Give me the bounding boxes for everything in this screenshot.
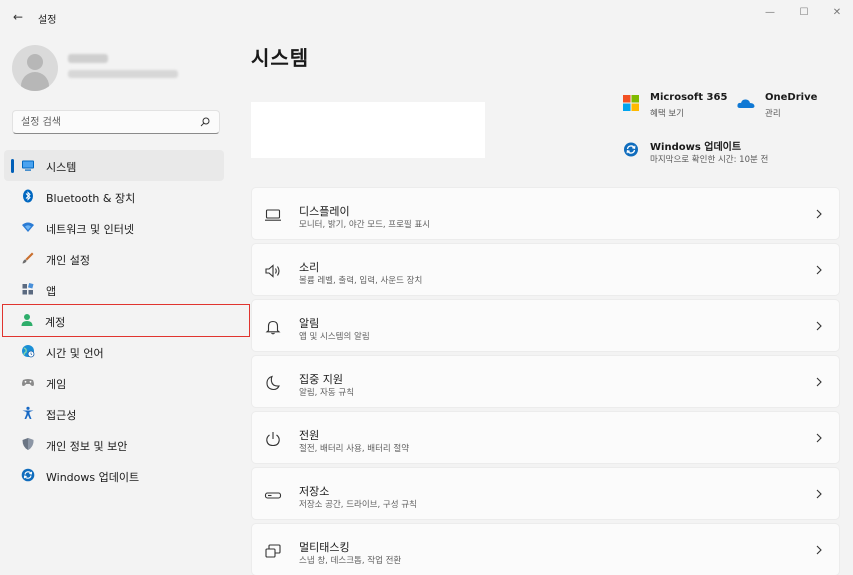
sidebar-item-label: 개인 설정 — [46, 254, 90, 267]
display-icon — [265, 209, 281, 221]
sidebar-item-accessibility[interactable]: 접근성 — [4, 398, 224, 429]
sidebar-item-label: 시간 및 언어 — [46, 347, 104, 360]
power-icon — [266, 432, 280, 447]
speaker-icon — [265, 264, 280, 278]
chevron-right-icon — [816, 209, 822, 219]
settings-card-focus-assist[interactable]: 집중 지원 알림, 자동 규칙 — [251, 355, 840, 408]
brush-icon — [22, 252, 34, 264]
close-button[interactable]: ✕ — [824, 4, 850, 22]
update-icon — [624, 142, 638, 157]
minimize-button[interactable]: — — [757, 4, 783, 22]
quick-link-subtitle: 마지막으로 확인한 시간: 10분 전 — [650, 155, 769, 165]
sidebar-item-label: 게임 — [46, 378, 67, 391]
card-title: 디스플레이 — [299, 205, 350, 218]
settings-card-power[interactable]: 전원 절전, 배터리 사용, 배터리 절약 — [251, 411, 840, 464]
title-bar: ← 설정 — ☐ ✕ — [0, 0, 853, 34]
sidebar-item-label: 네트워크 및 인터넷 — [46, 223, 134, 236]
monitor-icon — [22, 160, 34, 171]
quick-link-title: OneDrive — [765, 92, 818, 103]
card-subtitle: 볼륨 레벨, 출력, 입력, 사운드 장치 — [299, 276, 423, 286]
chevron-right-icon — [816, 377, 822, 387]
settings-card-display[interactable]: 디스플레이 모니터, 밝기, 야간 모드, 프로필 표시 — [251, 187, 840, 240]
card-title: 멀티태스킹 — [299, 541, 350, 554]
settings-card-multitasking[interactable]: 멀티태스킹 스냅 창, 데스크톱, 작업 전환 — [251, 523, 840, 575]
quick-link-subtitle: 관리 — [765, 109, 781, 119]
chevron-right-icon — [816, 433, 822, 443]
sidebar-item-accounts[interactable]: 계정 — [2, 304, 250, 337]
search-icon[interactable] — [200, 117, 210, 127]
onedrive-cloud-icon — [737, 99, 755, 108]
accessibility-icon — [22, 406, 34, 419]
avatar — [12, 45, 58, 91]
card-subtitle: 앱 및 시스템의 알림 — [299, 332, 370, 342]
card-title: 소리 — [299, 261, 320, 274]
moon-icon — [266, 375, 280, 391]
bluetooth-icon — [23, 189, 33, 203]
sidebar-item-label: Windows 업데이트 — [46, 471, 140, 484]
card-title: 알림 — [299, 317, 320, 330]
sidebar-item-gaming[interactable]: 게임 — [4, 367, 224, 398]
settings-card-storage[interactable]: 저장소 저장소 공간, 드라이브, 구성 규칙 — [251, 467, 840, 520]
chevron-right-icon — [816, 321, 822, 331]
quick-link-title: Windows 업데이트 — [650, 142, 742, 153]
multitasking-icon — [265, 544, 281, 558]
globe-clock-icon — [22, 345, 35, 358]
sidebar-item-label: 계정 — [45, 316, 66, 329]
update-icon — [21, 468, 35, 482]
user-email-redacted — [68, 70, 178, 78]
chevron-right-icon — [816, 545, 822, 555]
sidebar-item-personalization[interactable]: 개인 설정 — [4, 243, 224, 274]
maximize-button[interactable]: ☐ — [791, 4, 817, 22]
chevron-right-icon — [816, 489, 822, 499]
sidebar-item-time-language[interactable]: 시간 및 언어 — [4, 336, 224, 367]
back-button[interactable]: ← — [8, 8, 28, 26]
sidebar-item-system[interactable]: 시스템 — [4, 150, 224, 181]
microsoft-logo-icon — [623, 95, 639, 111]
user-profile[interactable] — [12, 40, 220, 96]
card-subtitle: 알림, 자동 규칙 — [299, 388, 355, 398]
page-title: 시스템 — [251, 46, 310, 70]
card-title: 전원 — [299, 429, 320, 442]
sidebar-item-bluetooth[interactable]: Bluetooth & 장치 — [4, 181, 224, 212]
search-input[interactable] — [13, 111, 193, 133]
card-subtitle: 저장소 공간, 드라이브, 구성 규칙 — [299, 500, 417, 510]
device-info-panel — [251, 102, 485, 158]
card-title: 집중 지원 — [299, 373, 343, 386]
card-title: 저장소 — [299, 485, 330, 498]
user-name-redacted — [68, 54, 108, 63]
settings-list: 디스플레이 모니터, 밝기, 야간 모드, 프로필 표시 소리 볼륨 레벨, 출… — [251, 187, 840, 575]
sidebar-item-label: 개인 정보 및 보안 — [46, 440, 128, 453]
settings-search — [12, 110, 220, 134]
quick-link-subtitle: 혜택 보기 — [650, 109, 684, 119]
card-subtitle: 절전, 배터리 사용, 배터리 절약 — [299, 444, 410, 454]
card-subtitle: 스냅 창, 데스크톱, 작업 전환 — [299, 556, 402, 566]
sidebar-item-apps[interactable]: 앱 — [4, 274, 224, 305]
sidebar-nav: 시스템 Bluetooth & 장치 네트워크 및 인터넷 개인 설정 앱 계정… — [0, 150, 250, 491]
sidebar-item-label: 앱 — [46, 285, 57, 298]
storage-icon — [264, 492, 282, 499]
settings-card-notifications[interactable]: 알림 앱 및 시스템의 알림 — [251, 299, 840, 352]
card-subtitle: 모니터, 밝기, 야간 모드, 프로필 표시 — [299, 220, 431, 230]
gamepad-icon — [22, 379, 34, 386]
bell-icon — [265, 320, 281, 335]
sidebar-item-windows-update[interactable]: Windows 업데이트 — [4, 460, 224, 491]
back-arrow-icon: ← — [12, 10, 24, 24]
quick-link-title: Microsoft 365 — [650, 92, 728, 103]
sidebar-item-label: 접근성 — [46, 409, 77, 422]
sidebar-item-label: Bluetooth & 장치 — [46, 192, 136, 205]
sidebar-item-privacy-security[interactable]: 개인 정보 및 보안 — [4, 429, 224, 460]
wifi-icon — [22, 222, 34, 232]
sidebar-item-network[interactable]: 네트워크 및 인터넷 — [4, 212, 224, 243]
settings-card-sound[interactable]: 소리 볼륨 레벨, 출력, 입력, 사운드 장치 — [251, 243, 840, 296]
person-icon — [21, 314, 33, 326]
shield-icon — [22, 438, 34, 450]
sidebar-item-label: 시스템 — [46, 161, 77, 174]
app-title: 설정 — [38, 15, 57, 26]
chevron-right-icon — [816, 265, 822, 275]
apps-icon — [22, 282, 34, 295]
